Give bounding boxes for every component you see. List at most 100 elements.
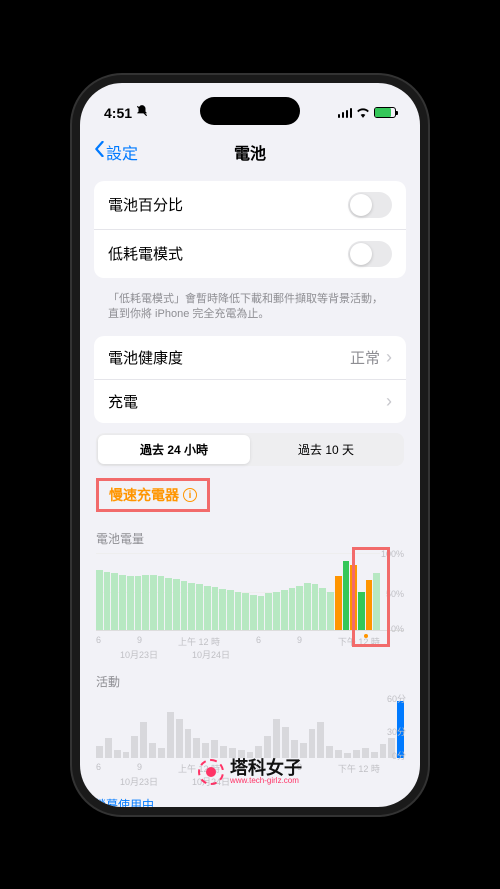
activity-bar bbox=[371, 752, 378, 758]
watermark-url: www.tech-girlz.com bbox=[230, 777, 302, 785]
cell-label: 低耗電模式 bbox=[108, 243, 183, 264]
activity-bar bbox=[309, 729, 316, 758]
battery-bar bbox=[358, 592, 365, 631]
battery-bar bbox=[273, 592, 280, 631]
activity-bar bbox=[300, 743, 307, 759]
battery-bar bbox=[319, 588, 326, 630]
battery-settings-group: 電池百分比 低耗電模式 bbox=[94, 181, 406, 278]
y-label-100: 100% bbox=[381, 549, 404, 559]
bottom-summary: 螢幕使用中 bbox=[80, 790, 420, 806]
battery-bar bbox=[104, 572, 111, 631]
battery-bar bbox=[188, 583, 195, 631]
activity-bar bbox=[158, 748, 165, 758]
back-button[interactable]: 設定 bbox=[94, 140, 138, 164]
activity-bar bbox=[291, 740, 298, 759]
battery-bar bbox=[350, 565, 357, 630]
activity-bar bbox=[282, 727, 289, 758]
chart-title: 電池電量 bbox=[96, 530, 404, 547]
low-power-footer: 「低耗電模式」會暫時降低下載和郵件擷取等背景活動，直到你將 iPhone 完全充… bbox=[94, 286, 406, 337]
cell-label: 電池百分比 bbox=[108, 194, 183, 215]
battery-bar bbox=[242, 593, 249, 630]
activity-bar bbox=[353, 750, 360, 758]
battery-level-chart: 電池電量 100% 50% 0% 69上午 12 時69下午 12 時 10月2… bbox=[94, 530, 406, 661]
annotation-highlight-slow-charger: 慢速充電器 i bbox=[96, 478, 210, 512]
battery-bar bbox=[212, 587, 219, 630]
back-label: 設定 bbox=[106, 140, 138, 164]
activity-bar bbox=[131, 736, 138, 759]
activity-bar bbox=[317, 722, 324, 758]
tab-last-10d[interactable]: 過去 10 天 bbox=[250, 435, 402, 464]
charging-row[interactable]: 充電 › bbox=[94, 379, 406, 423]
page-title: 電池 bbox=[234, 140, 266, 164]
battery-bar bbox=[366, 580, 373, 630]
battery-bar bbox=[312, 584, 319, 630]
battery-bar bbox=[196, 584, 203, 630]
watermark-text: 塔科女子 bbox=[230, 759, 302, 777]
battery-bar bbox=[219, 589, 226, 631]
tab-last-24h[interactable]: 過去 24 小時 bbox=[98, 435, 250, 464]
chart-x-dates: 10月23日10月24日 bbox=[96, 648, 404, 661]
nav-header: 設定 電池 bbox=[80, 131, 420, 173]
battery-bar bbox=[296, 586, 303, 631]
battery-bar bbox=[235, 592, 242, 631]
content-area[interactable]: 電池百分比 低耗電模式 「低耗電模式」會暫時降低下載和郵件擷取等背景活動，直到你… bbox=[80, 173, 420, 789]
battery-bar bbox=[181, 581, 188, 630]
y-label-0: 0分 bbox=[392, 749, 406, 762]
battery-charging-icon bbox=[374, 107, 396, 118]
dynamic-island bbox=[200, 97, 300, 125]
activity-bar bbox=[149, 743, 156, 759]
battery-bar bbox=[135, 576, 142, 630]
battery-bar bbox=[343, 561, 350, 630]
activity-bar bbox=[193, 738, 200, 759]
cell-label: 電池健康度 bbox=[108, 347, 183, 368]
y-label-30: 30分 bbox=[387, 725, 406, 738]
low-power-mode-row[interactable]: 低耗電模式 bbox=[94, 229, 406, 278]
chart-x-axis: 69上午 12 時69下午 12 時 bbox=[96, 631, 404, 648]
battery-percentage-toggle[interactable] bbox=[348, 192, 392, 218]
battery-bar bbox=[142, 575, 149, 630]
activity-bar bbox=[140, 722, 147, 758]
battery-bar bbox=[335, 576, 342, 630]
battery-health-row[interactable]: 電池健康度 正常 › bbox=[94, 336, 406, 379]
battery-percentage-row[interactable]: 電池百分比 bbox=[94, 181, 406, 229]
battery-bar bbox=[150, 575, 157, 630]
activity-bar bbox=[255, 746, 262, 758]
activity-bar bbox=[264, 736, 271, 759]
battery-bar bbox=[281, 590, 288, 630]
cell-label: 充電 bbox=[108, 391, 138, 412]
battery-bar bbox=[289, 588, 296, 630]
battery-bar bbox=[265, 593, 272, 630]
time-range-segmented: 過去 24 小時 過去 10 天 bbox=[96, 433, 404, 466]
battery-bar bbox=[173, 579, 180, 630]
activity-bar bbox=[211, 740, 218, 759]
activity-bar bbox=[335, 750, 342, 758]
phone-frame: 4:51 設定 bbox=[72, 75, 428, 815]
activity-bar bbox=[273, 719, 280, 758]
activity-bar bbox=[202, 743, 209, 759]
screen-on-label: 螢幕使用中 bbox=[94, 796, 154, 806]
battery-bar bbox=[327, 592, 334, 631]
chevron-right-icon: › bbox=[386, 347, 392, 368]
chevron-left-icon bbox=[94, 141, 104, 162]
status-time: 4:51 bbox=[104, 105, 132, 121]
watermark-logo-icon bbox=[198, 759, 224, 785]
battery-bar bbox=[204, 586, 211, 631]
battery-bar bbox=[373, 573, 380, 631]
activity-bar bbox=[167, 712, 174, 759]
battery-bar bbox=[111, 573, 118, 630]
battery-bar bbox=[165, 578, 172, 630]
slow-charger-label[interactable]: 慢速充電器 i bbox=[109, 485, 197, 505]
battery-bar bbox=[258, 596, 265, 631]
wifi-icon bbox=[356, 105, 370, 121]
phone-screen: 4:51 設定 bbox=[80, 83, 420, 807]
low-power-toggle[interactable] bbox=[348, 241, 392, 267]
battery-bar bbox=[304, 583, 311, 631]
battery-bar bbox=[227, 590, 234, 630]
activity-bar bbox=[220, 746, 227, 758]
battery-bar bbox=[96, 570, 103, 630]
battery-bar bbox=[250, 595, 257, 630]
chart-title: 活動 bbox=[96, 673, 404, 690]
cellular-signal-icon bbox=[338, 108, 353, 118]
activity-bar bbox=[380, 744, 387, 758]
info-icon[interactable]: i bbox=[183, 488, 197, 502]
